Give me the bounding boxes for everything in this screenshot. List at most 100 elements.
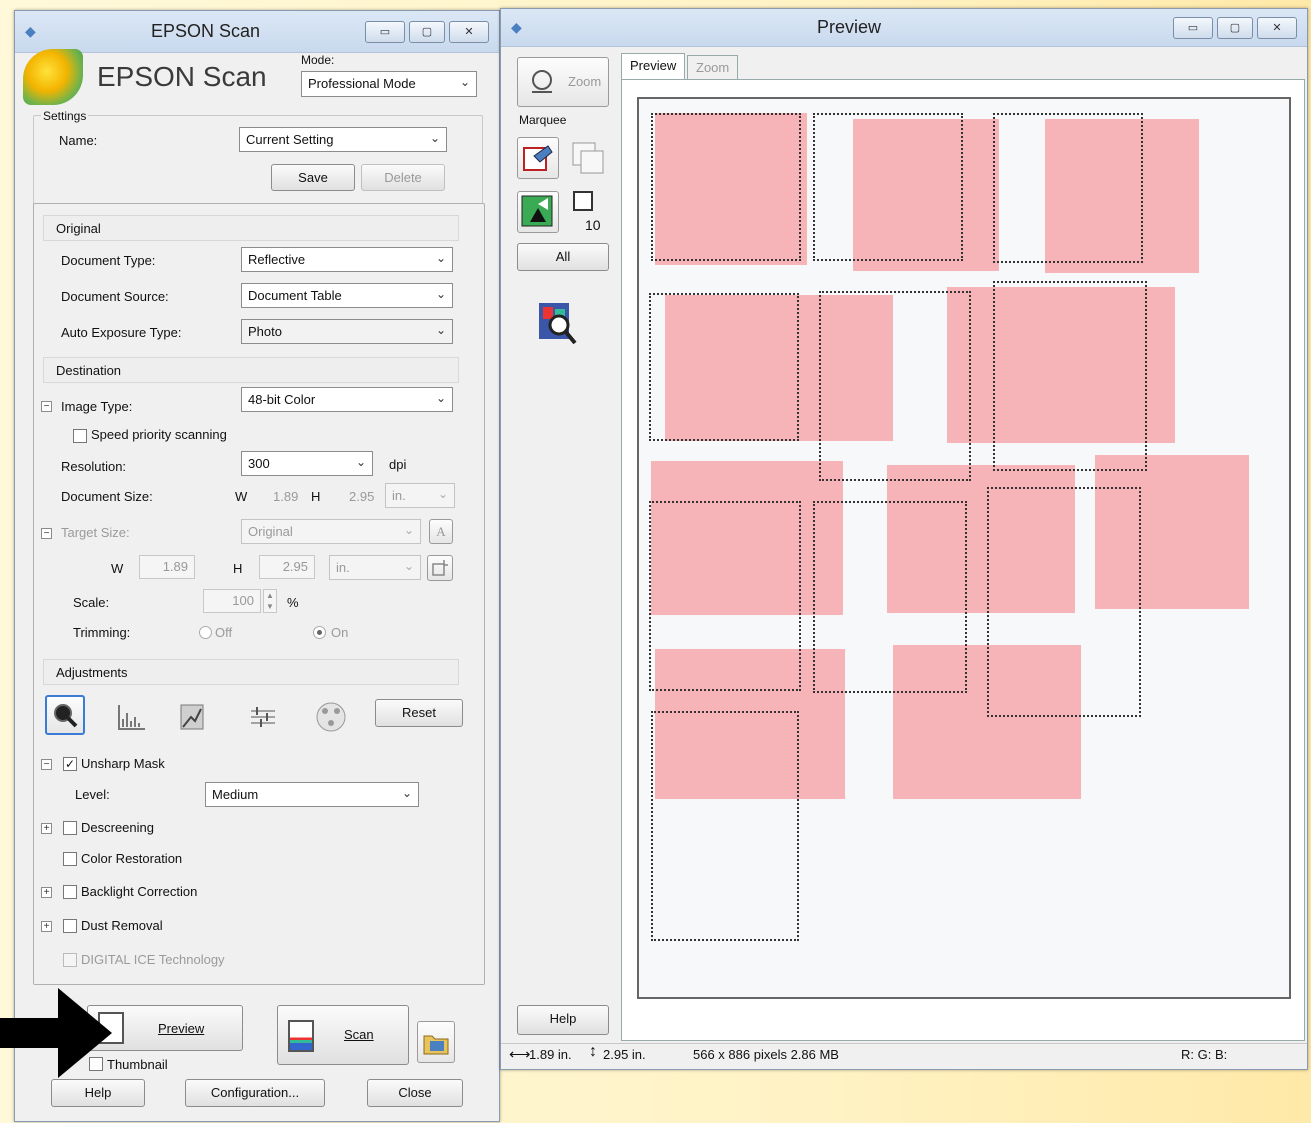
tab-zoom[interactable]: Zoom	[687, 55, 739, 79]
auto-locate-icon[interactable]	[535, 299, 579, 347]
text-orientation-icon[interactable]: A	[429, 519, 453, 544]
zoom-button[interactable]: Zoom	[517, 57, 609, 107]
reset-button[interactable]: Reset	[375, 699, 463, 727]
minimize-icon[interactable]: ▭	[365, 21, 405, 43]
target-unit-select[interactable]: in. ⌄	[329, 555, 421, 580]
speed-priority-label: Speed priority scanning	[91, 427, 227, 442]
auto-exposure-icon[interactable]	[45, 695, 85, 735]
descreening-checkbox[interactable]	[63, 821, 77, 835]
histogram-glyph	[118, 705, 145, 730]
target-width-field[interactable]: 1.89	[139, 555, 195, 579]
document-source-select[interactable]: Document Table ⌄	[241, 283, 453, 308]
pointer-arrow-icon	[0, 988, 112, 1078]
marquee-frame[interactable]	[651, 113, 801, 261]
help-button[interactable]: Help	[51, 1079, 145, 1107]
zoom-icon	[532, 70, 552, 93]
delete-button[interactable]: Delete	[361, 164, 445, 191]
dust-removal-checkbox[interactable]	[63, 919, 77, 933]
expand-icon[interactable]: +	[41, 921, 52, 932]
chevron-down-icon: ⌄	[355, 455, 366, 469]
marquee-frame[interactable]	[993, 281, 1147, 471]
marquee-frame[interactable]	[651, 711, 799, 941]
doc-size-unit-select[interactable]: in. ⌄	[385, 483, 455, 508]
marquee-label: Marquee	[519, 113, 567, 127]
preview-title-bar: ◆ Preview ▭ ▢ ✕	[501, 9, 1307, 47]
marquee-frame[interactable]	[813, 113, 963, 261]
scale-field[interactable]: 100	[203, 589, 261, 613]
image-type-select[interactable]: 48-bit Color ⌄	[241, 387, 453, 412]
doc-height-value: 2.95	[349, 489, 375, 504]
marquee-frame[interactable]	[993, 113, 1143, 263]
image-adjust-icon[interactable]	[245, 699, 281, 735]
image-type-label: Image Type:	[61, 399, 133, 414]
scan-button[interactable]: Scan	[277, 1005, 409, 1065]
marquee-frame[interactable]	[813, 501, 967, 693]
copy-marquee-glyph	[572, 142, 604, 174]
minimize-icon[interactable]: ▭	[1173, 17, 1213, 39]
expand-icon[interactable]: +	[41, 887, 52, 898]
app-icon: ◆	[511, 19, 522, 35]
status-width: 1.89 in.	[529, 1047, 572, 1062]
chevron-down-icon: ⌄	[435, 391, 446, 405]
chevron-down-icon: ⌄	[435, 287, 446, 301]
save-button[interactable]: Save	[271, 164, 355, 191]
setting-name-select[interactable]: Current Setting ⌄	[239, 127, 447, 152]
auto-exposure-glyph	[54, 704, 78, 728]
status-pixels: 566 x 886 pixels 2.86 MB	[693, 1047, 839, 1062]
configuration-button[interactable]: Configuration...	[185, 1079, 325, 1107]
app-icon: ◆	[25, 23, 36, 39]
trimming-on-radio[interactable]	[313, 626, 326, 639]
collapse-icon[interactable]: −	[41, 528, 52, 539]
level-label: Level:	[75, 787, 110, 802]
marquee-frame[interactable]	[987, 487, 1141, 717]
color-palette-icon[interactable]	[311, 697, 351, 737]
name-label: Name:	[59, 133, 98, 148]
digital-ice-checkbox[interactable]	[63, 953, 77, 967]
close-icon[interactable]: ✕	[449, 21, 489, 43]
rotate-target-icon[interactable]	[427, 555, 453, 581]
auto-exposure-select[interactable]: Photo ⌄	[241, 319, 453, 344]
maximize-icon[interactable]: ▢	[409, 21, 445, 43]
marquee-frame[interactable]	[649, 501, 801, 691]
mode-select[interactable]: Professional Mode ⌄	[301, 71, 477, 97]
expand-icon[interactable]: +	[41, 823, 52, 834]
collapse-icon[interactable]: −	[41, 401, 52, 412]
document-type-select[interactable]: Reflective ⌄	[241, 247, 453, 272]
target-size-select[interactable]: Original ⌄	[241, 519, 421, 544]
status-height: 2.95 in.	[603, 1047, 646, 1062]
level-select[interactable]: Medium ⌄	[205, 782, 419, 807]
marquee-count-box	[573, 191, 593, 211]
target-size-value: Original	[248, 524, 293, 539]
collapse-icon[interactable]: −	[41, 759, 52, 770]
scale-spinner[interactable]: ▲ ▼	[263, 589, 277, 613]
digital-ice-label: DIGITAL ICE Technology	[81, 952, 225, 967]
color-restoration-checkbox[interactable]	[63, 852, 77, 866]
zoom-button-label: Zoom	[568, 74, 602, 89]
all-button[interactable]: All	[517, 243, 609, 271]
backlight-checkbox[interactable]	[63, 885, 77, 899]
select-marquee-icon[interactable]	[517, 191, 559, 233]
marquee-frame[interactable]	[819, 291, 971, 481]
copy-marquee-icon[interactable]	[569, 139, 609, 179]
trimming-off-label: Off	[215, 625, 233, 640]
create-marquee-icon[interactable]	[517, 137, 559, 179]
marquee-frame[interactable]	[649, 293, 799, 441]
preview-help-button[interactable]: Help	[517, 1005, 609, 1035]
close-button[interactable]: Close	[367, 1079, 463, 1107]
maximize-icon[interactable]: ▢	[1217, 17, 1253, 39]
image-adjust-glyph	[251, 707, 275, 727]
resolution-select[interactable]: 300 ⌄	[241, 451, 373, 476]
doc-size-unit-value: in.	[392, 488, 406, 503]
histogram-icon[interactable]	[113, 699, 149, 735]
tab-preview[interactable]: Preview	[621, 53, 686, 79]
target-height-field[interactable]: 2.95	[259, 555, 315, 579]
unsharp-mask-checkbox[interactable]: ✓	[63, 757, 77, 771]
trimming-off-radio[interactable]	[199, 626, 212, 639]
close-icon[interactable]: ✕	[1257, 17, 1297, 39]
doc-width-value: 1.89	[273, 489, 299, 504]
speed-priority-checkbox[interactable]	[73, 429, 87, 443]
dpi-label: dpi	[389, 457, 407, 472]
tone-correction-icon[interactable]	[175, 699, 211, 735]
color-restoration-label: Color Restoration	[81, 851, 183, 866]
folder-icon[interactable]	[417, 1021, 455, 1063]
